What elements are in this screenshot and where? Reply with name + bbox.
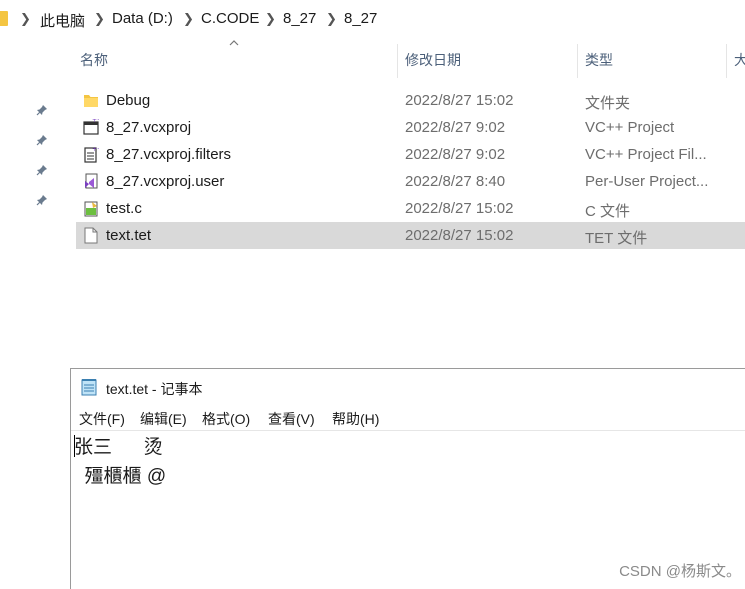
sort-ascending-icon bbox=[229, 40, 239, 46]
chevron-right-icon: ❯ bbox=[265, 11, 276, 26]
file-date: 2022/8/27 15:02 bbox=[405, 227, 514, 244]
column-divider[interactable] bbox=[726, 44, 727, 78]
breadcrumb-drive-d[interactable]: Data (D:) bbox=[112, 10, 173, 27]
notepad-title: text.tet - 记事本 bbox=[106, 381, 203, 397]
column-divider[interactable] bbox=[577, 44, 578, 78]
notepad-icon bbox=[81, 379, 97, 396]
file-date: 2022/8/27 15:02 bbox=[405, 200, 514, 217]
column-divider[interactable] bbox=[397, 44, 398, 78]
folder-icon bbox=[0, 11, 8, 26]
file-name: test.c bbox=[106, 200, 142, 217]
file-name: 8_27.vcxproj.user bbox=[106, 173, 225, 190]
breadcrumb-8-27-current[interactable]: 8_27 bbox=[344, 10, 377, 27]
file-type: VC++ Project bbox=[585, 119, 675, 136]
file-row-vcxproj[interactable]: ++ 8_27.vcxproj 2022/8/27 9:02 VC++ Proj… bbox=[76, 114, 745, 141]
c-file-icon bbox=[84, 201, 98, 217]
vcxproj-icon: ++ bbox=[83, 119, 99, 135]
pin-icon[interactable] bbox=[36, 134, 48, 146]
file-name: Debug bbox=[106, 92, 151, 109]
file-name: 8_27.vcxproj bbox=[106, 119, 192, 136]
file-row-test-c[interactable]: test.c 2022/8/27 15:02 C 文件 bbox=[76, 195, 745, 222]
notepad-window[interactable]: text.tet - 记事本 文件(F) 编辑(E) 格式(O) 查看(V) 帮… bbox=[70, 368, 745, 589]
file-name: 8_27.vcxproj.filters bbox=[106, 146, 232, 163]
file-type: C 文件 bbox=[585, 203, 631, 220]
vs-user-icon bbox=[85, 173, 98, 189]
notepad-title-bar[interactable]: text.tet - 记事本 bbox=[71, 369, 745, 405]
file-date: 2022/8/27 9:02 bbox=[405, 119, 506, 136]
column-header-date[interactable]: 修改日期 bbox=[405, 50, 461, 74]
breadcrumb-8-27-parent[interactable]: 8_27 bbox=[283, 10, 316, 27]
file-row-vcxproj-user[interactable]: 8_27.vcxproj.user 2022/8/27 8:40 Per-Use… bbox=[76, 168, 745, 195]
folder-icon bbox=[84, 95, 98, 107]
address-bar[interactable]: ❯ 此电脑 ❯ Data (D:) ❯ C.CODE ❯ 8_27 ❯ 8_27 bbox=[0, 0, 745, 38]
filters-icon: ++ bbox=[84, 146, 99, 163]
file-type: 文件夹 bbox=[585, 95, 631, 112]
chevron-right-icon: ❯ bbox=[20, 11, 31, 26]
pin-icon[interactable] bbox=[36, 164, 48, 176]
pin-icon[interactable] bbox=[36, 104, 48, 116]
notepad-text-area[interactable]: 张三 烫 殭櫃櫃 @ bbox=[74, 433, 166, 491]
file-row-vcxproj-filters[interactable]: ++ 8_27.vcxproj.filters 2022/8/27 9:02 V… bbox=[76, 141, 745, 168]
text-caret bbox=[74, 435, 75, 457]
menu-view[interactable]: 查看(V) bbox=[268, 409, 315, 429]
file-date: 2022/8/27 8:40 bbox=[405, 173, 506, 190]
column-header-size[interactable]: 大 bbox=[734, 50, 745, 74]
file-type: TET 文件 bbox=[585, 230, 648, 247]
text-line: 殭櫃櫃 @ bbox=[74, 466, 167, 487]
watermark: CSDN @杨斯文。 bbox=[619, 563, 741, 580]
menu-divider bbox=[71, 430, 745, 431]
chevron-right-icon: ❯ bbox=[326, 11, 337, 26]
menu-file[interactable]: 文件(F) bbox=[79, 409, 125, 429]
text-line: 张三 烫 bbox=[74, 437, 163, 458]
file-date: 2022/8/27 9:02 bbox=[405, 146, 506, 163]
file-name: text.tet bbox=[106, 227, 152, 244]
chevron-right-icon: ❯ bbox=[94, 11, 105, 26]
column-header-name[interactable]: 名称 bbox=[80, 50, 108, 74]
svg-text:++: ++ bbox=[92, 146, 99, 153]
file-row-text-tet[interactable]: text.tet 2022/8/27 15:02 TET 文件 bbox=[76, 222, 745, 249]
breadcrumb-c-code[interactable]: C.CODE bbox=[201, 10, 259, 27]
menu-help[interactable]: 帮助(H) bbox=[332, 409, 379, 429]
pin-icon[interactable] bbox=[36, 194, 48, 206]
file-row-debug[interactable]: Debug 2022/8/27 15:02 文件夹 bbox=[76, 87, 745, 114]
breadcrumb-this-pc[interactable]: 此电脑 bbox=[40, 10, 85, 31]
chevron-right-icon: ❯ bbox=[183, 11, 194, 26]
menu-format[interactable]: 格式(O) bbox=[202, 409, 250, 429]
column-header-type[interactable]: 类型 bbox=[585, 50, 613, 74]
menu-edit[interactable]: 编辑(E) bbox=[140, 409, 187, 429]
blank-file-icon bbox=[84, 227, 98, 244]
file-type: Per-User Project... bbox=[585, 173, 709, 190]
file-type: VC++ Project Fil... bbox=[585, 146, 707, 163]
file-date: 2022/8/27 15:02 bbox=[405, 92, 514, 109]
svg-text:++: ++ bbox=[92, 119, 99, 124]
notepad-menu-bar: 文件(F) 编辑(E) 格式(O) 查看(V) 帮助(H) bbox=[71, 407, 745, 429]
